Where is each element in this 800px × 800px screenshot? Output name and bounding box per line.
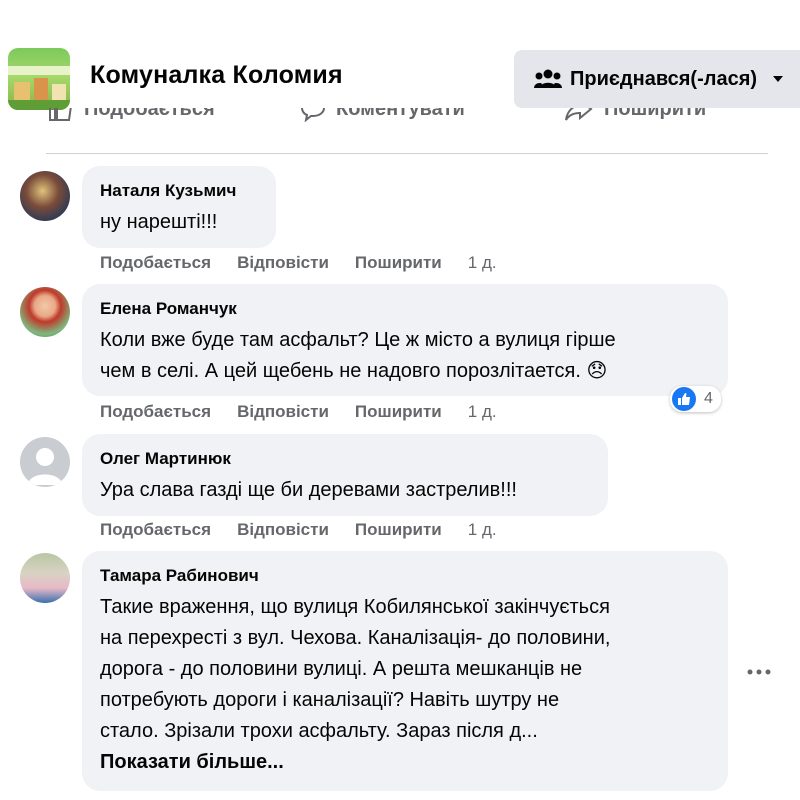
reply-button[interactable]: Відповісти	[237, 402, 329, 422]
like-button[interactable]: Подобається	[100, 402, 211, 422]
menu-icon[interactable]	[684, 0, 706, 8]
chevron-down-icon	[773, 76, 784, 82]
comment-icon	[300, 108, 326, 122]
show-more-link[interactable]: Показати більше...	[100, 747, 710, 778]
comment-text-line: Такие враження, що вулиця Кобилянської з…	[100, 596, 610, 618]
joined-button[interactable]: Приєднався(-лася)	[514, 50, 800, 108]
comment-bubble: Олег Мартинюк Ура слава газді ще би дере…	[82, 434, 608, 516]
avatar[interactable]	[20, 287, 70, 337]
comment-text-line: Коли вже буде там асфальт? Це ж місто а …	[100, 329, 616, 351]
post-share-label: Поширити	[604, 108, 707, 120]
comment-actions: Подобається Відповісти Поширити 1 д.	[100, 253, 497, 273]
comment-timestamp[interactable]: 1 д.	[468, 253, 497, 273]
comment-bubble: Елена Романчук Коли вже буде там асфальт…	[82, 284, 728, 396]
avatar[interactable]	[20, 171, 70, 221]
divider-icon	[484, 0, 506, 8]
comment-timestamp[interactable]: 1 д.	[468, 520, 497, 540]
comment-author[interactable]: Олег Мартинюк	[100, 448, 590, 470]
share-icon	[565, 108, 593, 121]
group-logo[interactable]	[8, 48, 70, 110]
comment-author[interactable]: Наталя Кузьмич	[100, 180, 258, 202]
post-comment-button[interactable]: Коментувати	[300, 108, 465, 122]
share-button[interactable]: Поширити	[355, 520, 442, 540]
comment-text-line: стало. Зрізали трохи асфальту. Зараз піс…	[100, 720, 538, 742]
comment-text: ну нарешті!!!	[100, 211, 218, 233]
comment-text-line: на перехресті з вул. Чехова. Каналізація…	[100, 627, 611, 649]
like-button[interactable]: Подобається	[100, 520, 211, 540]
joined-label: Приєднався(-лася)	[570, 67, 758, 90]
share-button[interactable]: Поширити	[355, 253, 442, 273]
group-title[interactable]: Комуналка Коломия	[90, 61, 343, 90]
group-members-icon	[534, 69, 562, 88]
comment-text-line: потребують дороги і каналізації? Навіть …	[100, 689, 560, 711]
comment-author[interactable]: Тамара Рабинович	[100, 565, 710, 587]
thumbs-up-icon	[49, 108, 72, 121]
disappointed-emoji: 😞	[586, 360, 608, 382]
reaction-count: 4	[704, 390, 713, 407]
thumbs-up-icon	[672, 387, 696, 411]
post-like-label: Подобається	[84, 108, 215, 120]
like-button[interactable]: Подобається	[100, 253, 211, 273]
more-horizontal-icon[interactable]	[746, 665, 772, 679]
post-comment-label: Коментувати	[336, 108, 465, 120]
post-share-button[interactable]: Поширити	[564, 108, 706, 122]
reaction-badge[interactable]: 4	[670, 386, 721, 412]
comment-text: Такие враження, що вулиця Кобилянської з…	[100, 592, 710, 778]
reply-button[interactable]: Відповісти	[237, 520, 329, 540]
tabs-icon[interactable]	[300, 0, 322, 8]
comment-actions: Подобається Відповісти Поширити 1 д.	[100, 402, 497, 422]
reply-button[interactable]: Відповісти	[237, 253, 329, 273]
top-toolbar	[0, 0, 800, 35]
avatar[interactable]	[20, 437, 70, 487]
post-actions: Подобається Коментувати Поширити	[0, 108, 800, 136]
share-button[interactable]: Поширити	[355, 402, 442, 422]
comment-text: Ура слава газді ще би деревами застрелив…	[100, 479, 517, 501]
comment-text: Коли вже буде там асфальт? Це ж місто а …	[100, 325, 710, 387]
comment-actions: Подобається Відповісти Поширити 1 д.	[100, 520, 497, 540]
default-avatar-icon	[28, 448, 62, 485]
divider	[46, 153, 768, 154]
comment-bubble: Тамара Рабинович Такие враження, що вули…	[82, 551, 728, 791]
comment-text-line: дорога - до половини вулиці. А решта меш…	[100, 658, 583, 680]
comment-text-line: чем в селі. А цей щебень не надовго поро…	[100, 360, 581, 382]
comment-bubble: Наталя Кузьмич ну нарешті!!!	[82, 166, 276, 248]
comment-author[interactable]: Елена Романчук	[100, 298, 710, 320]
comment-timestamp[interactable]: 1 д.	[468, 402, 497, 422]
avatar[interactable]	[20, 553, 70, 603]
post-like-button[interactable]: Подобається	[48, 108, 215, 122]
